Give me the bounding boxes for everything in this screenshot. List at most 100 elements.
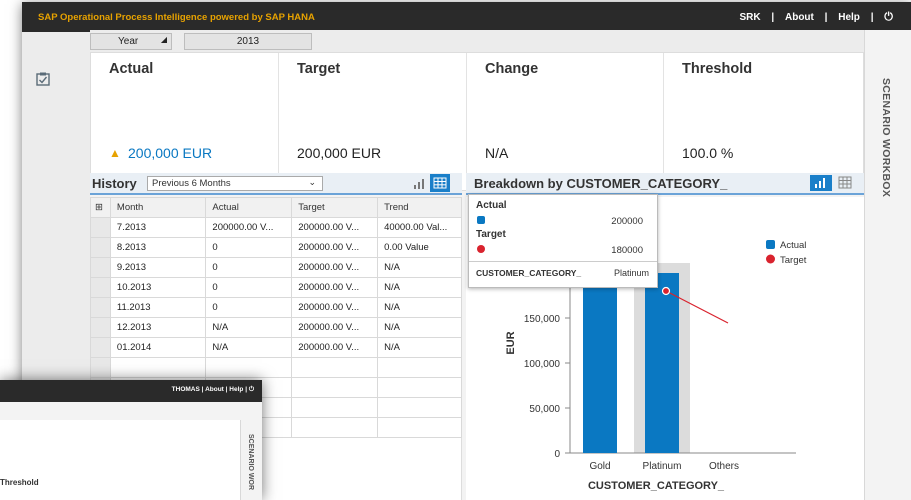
table-cell bbox=[109, 357, 207, 378]
kpi-actual: Actual ▲ 200,000 EUR bbox=[91, 53, 278, 192]
table-row[interactable]: 01.2014 N/A 200000.00 V... N/A bbox=[90, 337, 462, 358]
row-selector[interactable] bbox=[90, 277, 111, 298]
legend-target-swatch bbox=[766, 254, 775, 264]
year-label: Year bbox=[118, 36, 139, 47]
table-toggle-icon[interactable] bbox=[430, 174, 450, 192]
secondary-about-link[interactable]: About bbox=[205, 386, 224, 393]
table-cell: 200000.00 V... bbox=[291, 297, 379, 318]
table-cell: 01.2014 bbox=[109, 337, 207, 358]
top-links: SRK | About | Help | ⏻ bbox=[735, 11, 897, 24]
secondary-help-link[interactable]: Help bbox=[229, 386, 243, 393]
table-cell: 200000.00 V... bbox=[291, 257, 379, 278]
bar-chart-toggle-icon[interactable] bbox=[412, 178, 426, 190]
table-cell: 0 bbox=[205, 297, 293, 318]
table-cell: N/A bbox=[205, 337, 293, 358]
tooltip-dimension-label: CUSTOMER_CATEGORY_ bbox=[476, 268, 582, 278]
table-row[interactable] bbox=[90, 357, 462, 378]
row-selector[interactable] bbox=[90, 337, 111, 358]
chart-tooltip: Actual 200000 Target 180000 CUSTOMER_CAT… bbox=[468, 194, 658, 288]
legend-actual-swatch bbox=[766, 240, 775, 249]
table-cell: N/A bbox=[377, 257, 462, 278]
row-selector[interactable] bbox=[90, 217, 111, 238]
top-bar: SAP Operational Process Intelligence pow… bbox=[22, 2, 911, 32]
period-dropdown[interactable]: Previous 6 Months ⌄ bbox=[147, 176, 323, 191]
column-header[interactable]: Actual bbox=[205, 197, 293, 218]
table-row[interactable]: 9.2013 0 200000.00 V... N/A bbox=[90, 257, 462, 278]
secondary-workbox-label[interactable]: SCENARIO WOR bbox=[247, 434, 254, 490]
table-cell: 200000.00 V... bbox=[205, 217, 293, 238]
row-selector[interactable] bbox=[90, 317, 111, 338]
table-cell bbox=[377, 397, 462, 418]
secondary-top-links: THOMAS | About | Help | ⏻ bbox=[172, 386, 254, 394]
table-cell bbox=[291, 377, 379, 398]
row-selector[interactable] bbox=[90, 357, 111, 378]
table-cell: 9.2013 bbox=[109, 257, 207, 278]
column-settings-icon[interactable]: ⊞ bbox=[90, 197, 111, 218]
table-cell bbox=[291, 417, 379, 438]
target-point bbox=[661, 286, 671, 296]
column-header[interactable]: Month bbox=[109, 197, 207, 218]
table-cell: 8.2013 bbox=[109, 237, 207, 258]
kpi-change: Change N/A bbox=[466, 53, 663, 192]
about-link[interactable]: About bbox=[785, 12, 814, 23]
bar-chart-toggle-icon[interactable] bbox=[810, 175, 832, 191]
table-cell: 11.2013 bbox=[109, 297, 207, 318]
breakdown-title: Breakdown by CUSTOMER_CATEGORY_ bbox=[474, 176, 728, 191]
kpi-target: Target 200,000 EUR bbox=[278, 53, 466, 192]
kpi-target-value: 200,000 EUR bbox=[297, 145, 382, 161]
table-cell bbox=[205, 357, 293, 378]
table-row[interactable]: 12.2013 N/A 200000.00 V... N/A bbox=[90, 317, 462, 338]
tooltip-actual-label: Actual bbox=[476, 200, 507, 211]
row-selector[interactable] bbox=[90, 257, 111, 278]
secondary-top-bar: THOMAS | About | Help | ⏻ bbox=[0, 380, 262, 402]
secondary-workbox-panel[interactable]: SCENARIO WOR bbox=[240, 420, 262, 500]
table-toggle-icon[interactable] bbox=[838, 176, 852, 189]
separator: | bbox=[824, 12, 828, 23]
table-row[interactable]: 7.2013 200000.00 V... 200000.00 V... 40000.… bbox=[90, 217, 462, 238]
column-header[interactable]: Trend bbox=[377, 197, 462, 218]
row-selector[interactable] bbox=[90, 297, 111, 318]
chevron-down-icon: ◢ bbox=[160, 35, 167, 44]
bar-actual bbox=[645, 273, 679, 453]
warning-triangle-icon: ▲ bbox=[109, 146, 121, 160]
scenario-workbox-panel[interactable]: SCENARIO WORKBOX bbox=[864, 30, 911, 500]
table-cell: 200000.00 V... bbox=[291, 337, 379, 358]
power-icon[interactable]: ⏻ bbox=[249, 386, 254, 393]
checklist-icon[interactable] bbox=[36, 72, 50, 86]
table-cell bbox=[377, 357, 462, 378]
table-row[interactable]: 11.2013 0 200000.00 V... N/A bbox=[90, 297, 462, 318]
tooltip-target-label: Target bbox=[476, 229, 506, 240]
y-axis-title: EUR bbox=[505, 331, 517, 354]
table-cell bbox=[377, 417, 462, 438]
app-title: SAP Operational Process Intelligence pow… bbox=[38, 12, 315, 23]
table-cell: N/A bbox=[377, 277, 462, 298]
kpi-target-label: Target bbox=[297, 61, 341, 77]
legend-target-label: Target bbox=[780, 255, 807, 266]
power-icon[interactable]: ⏻ bbox=[884, 11, 893, 23]
table-row[interactable]: 10.2013 0 200000.00 V... N/A bbox=[90, 277, 462, 298]
scenario-workbox-label[interactable]: SCENARIO WORKBOX bbox=[880, 78, 892, 197]
user-name[interactable]: SRK bbox=[739, 12, 760, 23]
table-cell: N/A bbox=[377, 297, 462, 318]
help-link[interactable]: Help bbox=[838, 12, 860, 23]
table-cell: 200000.00 V... bbox=[291, 217, 379, 238]
separator: | bbox=[870, 12, 874, 23]
secondary-window[interactable]: THOMAS | About | Help | ⏻ Threshold SCEN… bbox=[0, 380, 262, 500]
table-cell: 12.2013 bbox=[109, 317, 207, 338]
table-cell: 200000.00 V... bbox=[291, 237, 379, 258]
table-cell: 0 bbox=[205, 277, 293, 298]
kpi-panel: Actual ▲ 200,000 EUR Target 200,000 EUR … bbox=[90, 52, 864, 192]
kpi-change-value: N/A bbox=[485, 145, 509, 161]
table-row[interactable]: 8.2013 0 200000.00 V... 0.00 Value bbox=[90, 237, 462, 258]
secondary-user-name[interactable]: THOMAS bbox=[172, 386, 200, 393]
row-selector[interactable] bbox=[90, 237, 111, 258]
year-dropdown[interactable]: Year ◢ bbox=[90, 33, 172, 50]
column-header[interactable]: Target bbox=[291, 197, 379, 218]
tooltip-dimension-value: Platinum bbox=[613, 268, 649, 278]
year-value-field[interactable]: 2013 bbox=[184, 33, 312, 50]
table-cell bbox=[291, 397, 379, 418]
breakdown-header: Breakdown by CUSTOMER_CATEGORY_ bbox=[466, 173, 864, 195]
table-cell: 0 bbox=[205, 237, 293, 258]
history-title: History bbox=[92, 176, 137, 191]
table-cell: N/A bbox=[205, 317, 293, 338]
